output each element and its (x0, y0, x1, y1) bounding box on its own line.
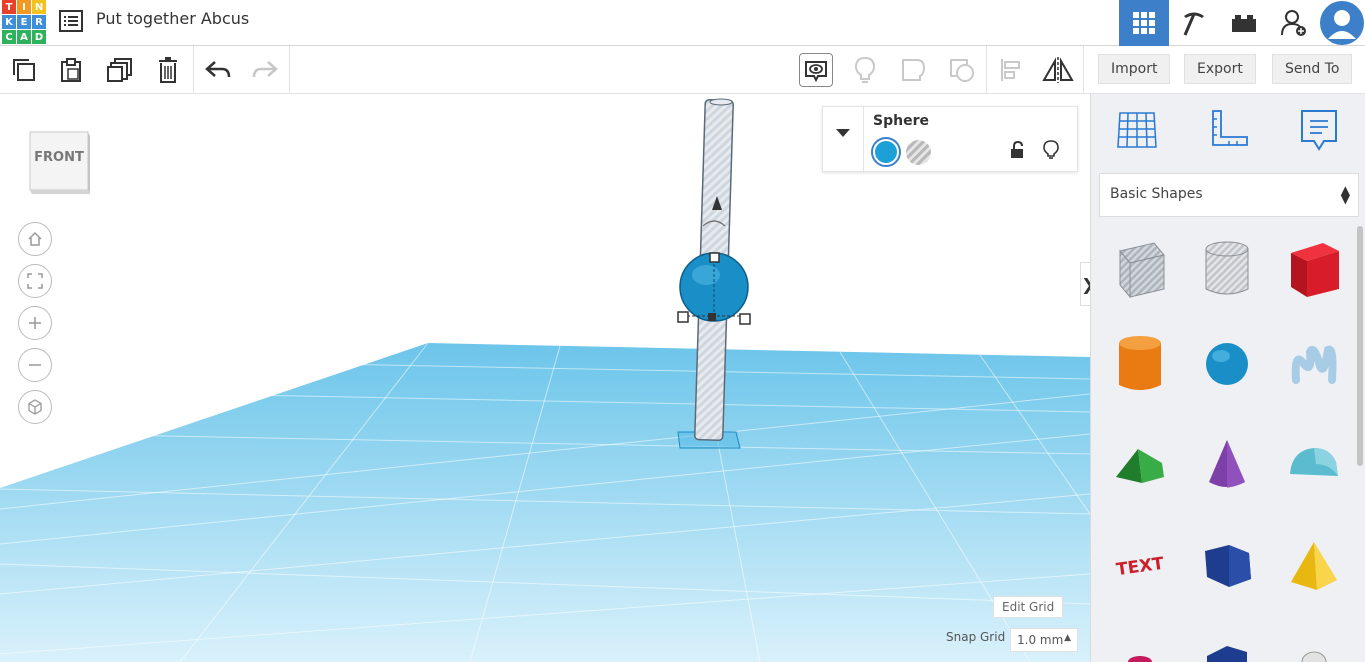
lock-icon[interactable] (1009, 140, 1025, 163)
home-view-icon[interactable] (18, 222, 52, 256)
hole-swatch[interactable] (906, 140, 931, 165)
design-title[interactable]: Put together Abcus (96, 9, 249, 28)
select-arrows-icon: ▲ ▼ (1340, 183, 1350, 206)
redo-icon[interactable] (249, 54, 281, 86)
send-to-button[interactable]: Send To (1272, 54, 1353, 84)
bricks-icon[interactable] (1219, 0, 1269, 46)
shape-roof[interactable] (1108, 432, 1172, 496)
show-notes-icon[interactable] (799, 53, 833, 87)
logo-letter: N (32, 0, 46, 14)
add-user-icon[interactable] (1269, 0, 1319, 46)
duplicate-icon[interactable] (104, 54, 136, 86)
logo-letter: E (17, 15, 31, 29)
shape-cylinder-orange[interactable] (1108, 332, 1172, 396)
zoom-in-icon[interactable] (18, 306, 52, 340)
undo-icon[interactable] (202, 54, 234, 86)
mirror-icon[interactable] (1042, 54, 1074, 86)
shape-partial[interactable] (1282, 646, 1346, 662)
shape-box-striped[interactable] (1108, 238, 1172, 302)
logo-letter: T (2, 0, 16, 14)
solid-color-swatch[interactable] (871, 137, 901, 167)
paste-icon[interactable] (55, 54, 87, 86)
svg-text:TEXT: TEXT (1115, 554, 1166, 581)
light-icon[interactable] (849, 54, 881, 86)
shape-scribble[interactable] (1282, 332, 1346, 396)
shape-partial[interactable] (1195, 634, 1259, 662)
import-button[interactable]: Import (1098, 54, 1171, 84)
snap-grid-select[interactable]: 1.0 mm ▲ (1010, 628, 1078, 652)
shape-category-value: Basic Shapes (1110, 186, 1203, 202)
perspective-icon[interactable] (18, 390, 52, 424)
toolbar: Import Export Send To (0, 46, 1365, 94)
shape-partial[interactable] (1108, 646, 1172, 662)
3d-viewport[interactable]: FRONT Sphere Edit Grid Snap Grid 1.0 mm … (0, 94, 1090, 662)
snap-grid-value: 1.0 mm (1017, 633, 1064, 647)
view-cube-label: FRONT (34, 150, 84, 165)
pickaxe-icon[interactable] (1169, 0, 1219, 46)
view-cube[interactable]: FRONT (26, 128, 92, 196)
zoom-out-icon[interactable] (18, 348, 52, 382)
delete-icon[interactable] (152, 54, 184, 86)
shape-polygon[interactable] (1195, 534, 1259, 598)
panel-scrollbar[interactable] (1357, 226, 1363, 466)
notes-icon[interactable] (1295, 106, 1343, 154)
group-icon[interactable] (898, 54, 930, 86)
align-icon[interactable] (995, 54, 1027, 86)
hole-icon[interactable] (946, 54, 978, 86)
shape-cone[interactable] (1195, 432, 1259, 496)
shape-pyramid[interactable] (1282, 534, 1346, 598)
shape-category-select[interactable]: Basic Shapes ▲ ▼ (1099, 173, 1359, 217)
caret-up-icon: ▲ (1064, 633, 1071, 643)
shape-text[interactable]: TEXT (1108, 534, 1172, 598)
shape-box-red[interactable] (1282, 238, 1346, 302)
copy-icon[interactable] (8, 54, 40, 86)
ruler-icon[interactable] (1204, 106, 1252, 154)
logo-letter: I (17, 0, 31, 14)
inspector-shape-name[interactable]: Sphere (873, 113, 929, 129)
export-button[interactable]: Export (1184, 54, 1256, 84)
top-bar: T I N K E R C A D Put together Abcus (0, 0, 1365, 46)
shape-round-roof[interactable] (1282, 432, 1346, 496)
logo-letter: C (2, 30, 16, 44)
visibility-light-icon[interactable] (1043, 140, 1059, 164)
workplane[interactable] (0, 94, 1090, 662)
shape-inspector: Sphere (822, 106, 1078, 173)
collapse-inspector-icon[interactable] (835, 123, 851, 142)
edit-grid-button[interactable]: Edit Grid (993, 596, 1064, 618)
shapes-panel: Basic Shapes ▲ ▼ TEXT (1090, 94, 1365, 662)
design-list-icon[interactable] (58, 8, 84, 34)
logo-letter: K (2, 15, 16, 29)
fit-all-icon[interactable] (18, 264, 52, 298)
workplane-icon[interactable] (1113, 106, 1161, 154)
logo-letter: D (32, 30, 46, 44)
shape-sphere[interactable] (1195, 332, 1259, 396)
tinkercad-logo[interactable]: T I N K E R C A D (2, 0, 46, 44)
user-avatar-icon[interactable] (1319, 0, 1365, 46)
logo-letter: R (32, 15, 46, 29)
grid-view-icon[interactable] (1119, 0, 1169, 46)
shape-cylinder-hole[interactable] (1195, 238, 1259, 302)
snap-grid-label: Snap Grid (946, 630, 1006, 644)
logo-letter: A (17, 30, 31, 44)
